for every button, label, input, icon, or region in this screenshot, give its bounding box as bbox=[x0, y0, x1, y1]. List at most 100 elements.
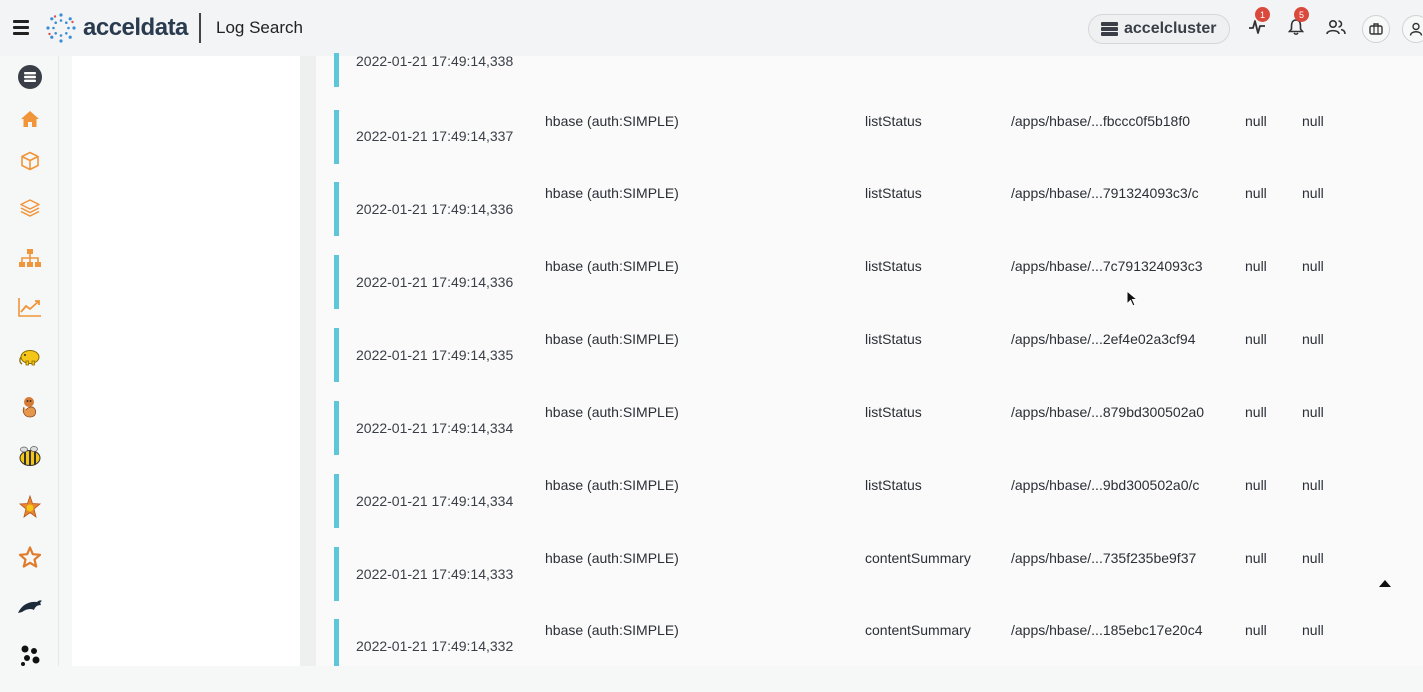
users-button[interactable] bbox=[1325, 16, 1347, 38]
hive-bee-icon bbox=[19, 446, 41, 466]
log-operation: listStatus bbox=[865, 258, 922, 274]
user-profile-button[interactable] bbox=[1402, 15, 1423, 43]
log-col-b: null bbox=[1302, 404, 1324, 420]
log-results-list[interactable]: 2022-01-21 17:49:14,338 2022-01-21 17:49… bbox=[316, 53, 1423, 666]
user-icon bbox=[1409, 22, 1423, 36]
brand-logo[interactable]: acceldata bbox=[45, 12, 188, 44]
nav-cluster[interactable] bbox=[17, 642, 43, 668]
log-col-b: null bbox=[1302, 113, 1324, 129]
cluster-dots-icon bbox=[21, 645, 40, 666]
spark-icon bbox=[18, 495, 42, 518]
log-operation: listStatus bbox=[865, 477, 922, 493]
nav-hive[interactable] bbox=[17, 444, 43, 470]
nav-star[interactable] bbox=[17, 544, 43, 570]
log-row[interactable]: 2022-01-21 17:49:14,337 hbase (auth:SIMP… bbox=[316, 110, 1423, 183]
row-accent-bar bbox=[334, 110, 339, 164]
log-path: /apps/hbase/...9bd300502a0/c bbox=[1011, 477, 1200, 493]
log-path: /apps/hbase/...7c791324093c3 bbox=[1011, 258, 1203, 274]
menu-icon[interactable] bbox=[13, 20, 29, 35]
log-row[interactable]: 2022-01-21 17:49:14,334 hbase (auth:SIMP… bbox=[316, 401, 1423, 474]
cluster-selector[interactable]: accelcluster bbox=[1088, 14, 1230, 44]
log-path: /apps/hbase/...791324093c3/c bbox=[1011, 185, 1199, 201]
header-divider bbox=[199, 13, 201, 43]
log-user: hbase (auth:SIMPLE) bbox=[545, 622, 679, 638]
top-bar: acceldata Log Search accelcluster 1 5 bbox=[0, 0, 1423, 56]
log-path: /apps/hbase/...fbccc0f5b18f0 bbox=[1011, 113, 1191, 129]
sitemap-icon bbox=[19, 249, 41, 267]
nav-chart[interactable] bbox=[17, 294, 43, 320]
nav-kafka[interactable] bbox=[17, 594, 43, 620]
row-accent-bar bbox=[334, 401, 339, 455]
log-timestamp: 2022-01-21 17:49:14,334 bbox=[356, 493, 514, 509]
hadoop-elephant-icon bbox=[19, 350, 40, 366]
nav-layers[interactable] bbox=[17, 195, 43, 221]
database-icon bbox=[18, 65, 42, 89]
log-path: /apps/hbase/...879bd300502a0 bbox=[1011, 404, 1205, 420]
chart-line-icon bbox=[18, 298, 41, 317]
activity-button[interactable]: 1 bbox=[1246, 7, 1270, 38]
log-operation: listStatus bbox=[865, 113, 922, 129]
log-col-b: null bbox=[1302, 258, 1324, 274]
log-operation: listStatus bbox=[865, 404, 922, 420]
log-user: hbase (auth:SIMPLE) bbox=[545, 404, 679, 420]
log-operation: contentSummary bbox=[865, 550, 971, 566]
log-col-b: null bbox=[1302, 331, 1324, 347]
activity-badge: 1 bbox=[1255, 7, 1270, 22]
row-accent-bar bbox=[334, 182, 339, 236]
log-operation: listStatus bbox=[865, 185, 922, 201]
users-icon bbox=[1326, 19, 1346, 35]
log-user: hbase (auth:SIMPLE) bbox=[545, 258, 679, 274]
log-operation: listStatus bbox=[865, 331, 922, 347]
log-row[interactable]: 2022-01-21 17:49:14,336 hbase (auth:SIMP… bbox=[316, 255, 1423, 328]
star-icon bbox=[18, 546, 42, 568]
filter-panel bbox=[72, 56, 300, 666]
scroll-to-top-caret-icon[interactable] bbox=[1379, 580, 1391, 587]
nav-spark[interactable] bbox=[17, 494, 43, 520]
briefcase-icon bbox=[1369, 23, 1383, 35]
layers-icon bbox=[20, 199, 40, 217]
log-timestamp: 2022-01-21 17:49:14,336 bbox=[356, 274, 514, 290]
log-timestamp: 2022-01-21 17:49:14,336 bbox=[356, 201, 514, 217]
log-timestamp: 2022-01-21 17:49:14,334 bbox=[356, 420, 514, 436]
log-row[interactable]: 2022-01-21 17:49:14,332 hbase (auth:SIMP… bbox=[316, 619, 1423, 692]
acceldata-logo-icon bbox=[46, 13, 76, 43]
log-timestamp: 2022-01-21 17:49:14,335 bbox=[356, 347, 514, 363]
nav-home[interactable] bbox=[17, 106, 43, 132]
log-col-b: null bbox=[1302, 185, 1324, 201]
nav-zookeeper[interactable] bbox=[17, 394, 43, 420]
log-user: hbase (auth:SIMPLE) bbox=[545, 477, 679, 493]
log-col-a: null bbox=[1245, 185, 1267, 201]
log-path: /apps/hbase/...735f235be9f37 bbox=[1011, 550, 1197, 566]
log-timestamp: 2022-01-21 17:49:14,337 bbox=[356, 128, 514, 144]
log-row[interactable]: 2022-01-21 17:49:14,335 hbase (auth:SIMP… bbox=[316, 328, 1423, 401]
log-user: hbase (auth:SIMPLE) bbox=[545, 185, 679, 201]
log-path: /apps/hbase/...185ebc17e20c4 bbox=[1011, 622, 1203, 638]
log-col-a: null bbox=[1245, 622, 1267, 638]
log-col-a: null bbox=[1245, 331, 1267, 347]
row-accent-bar bbox=[334, 474, 339, 528]
nav-cube[interactable] bbox=[17, 148, 43, 174]
brand-name: acceldata bbox=[83, 14, 188, 41]
log-col-a: null bbox=[1245, 550, 1267, 566]
row-accent-bar bbox=[334, 53, 339, 87]
left-navigation bbox=[0, 56, 59, 666]
briefcase-button[interactable] bbox=[1362, 15, 1390, 43]
log-col-b: null bbox=[1302, 477, 1324, 493]
notifications-button[interactable]: 5 bbox=[1285, 7, 1309, 38]
zookeeper-icon bbox=[22, 397, 37, 418]
log-row[interactable]: 2022-01-21 17:49:14,333 hbase (auth:SIMP… bbox=[316, 547, 1423, 620]
log-timestamp: 2022-01-21 17:49:14,338 bbox=[356, 53, 514, 69]
log-row[interactable]: 2022-01-21 17:49:14,334 hbase (auth:SIMP… bbox=[316, 474, 1423, 547]
row-accent-bar bbox=[334, 328, 339, 382]
nav-database[interactable] bbox=[17, 64, 43, 90]
nav-hadoop[interactable] bbox=[17, 344, 43, 370]
home-icon bbox=[21, 111, 39, 127]
log-user: hbase (auth:SIMPLE) bbox=[545, 113, 679, 129]
log-path: /apps/hbase/...2ef4e02a3cf94 bbox=[1011, 331, 1196, 347]
row-accent-bar bbox=[334, 619, 339, 666]
log-row[interactable]: 2022-01-21 17:49:14,336 hbase (auth:SIMP… bbox=[316, 182, 1423, 255]
log-col-a: null bbox=[1245, 404, 1267, 420]
nav-sitemap[interactable] bbox=[17, 245, 43, 271]
notifications-badge: 5 bbox=[1294, 7, 1309, 22]
kafka-dolphin-icon bbox=[18, 600, 42, 613]
